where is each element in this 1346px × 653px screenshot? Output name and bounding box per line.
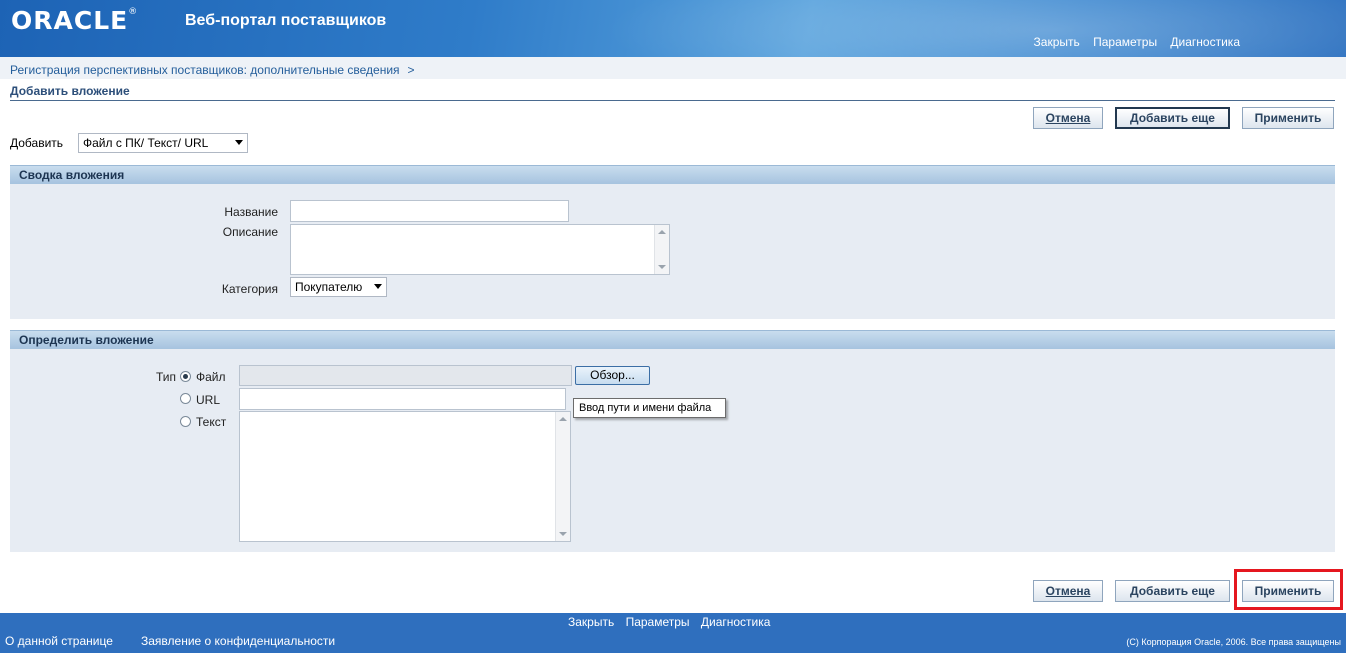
add-more-button-bottom[interactable]: Добавить еще — [1115, 580, 1230, 602]
app-title: Веб-портал поставщиков — [185, 12, 387, 29]
page-title: Добавить вложение — [10, 84, 130, 98]
dropdown-arrow-icon — [235, 140, 243, 145]
diagnostics-link[interactable]: Диагностика — [1170, 35, 1240, 49]
url-radio[interactable] — [180, 393, 191, 404]
define-section-header: Определить вложение — [10, 330, 1335, 349]
scroll-down-icon — [658, 265, 666, 269]
title-divider — [10, 100, 1335, 101]
browse-button[interactable]: Обзор... — [575, 366, 650, 385]
file-radio[interactable] — [180, 371, 191, 382]
footer: Закрыть Параметры Диагностика О данной с… — [0, 613, 1346, 653]
scroll-down-icon — [559, 532, 567, 536]
summary-section-header: Сводка вложения — [10, 165, 1335, 184]
apply-button-top[interactable]: Применить — [1242, 107, 1334, 129]
footer-close-link[interactable]: Закрыть — [568, 615, 614, 629]
global-links: Закрыть Параметры Диагностика — [1024, 35, 1240, 49]
description-scrollbar[interactable] — [654, 225, 669, 274]
oracle-logo: ORACLE® — [11, 6, 139, 35]
category-select[interactable]: Покупателю — [290, 277, 387, 297]
add-type-value: Файл с ПК/ Текст/ URL — [83, 136, 209, 150]
about-page-link[interactable]: О данной странице — [5, 634, 113, 648]
preferences-link[interactable]: Параметры — [1093, 35, 1157, 49]
type-label: Тип — [155, 370, 176, 384]
description-textarea[interactable] — [290, 224, 670, 275]
breadcrumb: Регистрация перспективных поставщиков: д… — [10, 63, 415, 77]
close-link[interactable]: Закрыть — [1034, 35, 1080, 49]
text-option-label: Текст — [196, 415, 227, 429]
privacy-statement-link[interactable]: Заявление о конфиденциальности — [141, 634, 335, 648]
category-value: Покупателю — [295, 280, 363, 294]
description-label: Описание — [222, 225, 278, 239]
url-option-label: URL — [196, 393, 221, 407]
cancel-button-top[interactable]: Отмена — [1033, 107, 1103, 129]
breadcrumb-separator: > — [407, 63, 415, 77]
footer-preferences-link[interactable]: Параметры — [626, 615, 690, 629]
apply-highlight-frame — [1234, 569, 1343, 610]
breadcrumb-link[interactable]: Регистрация перспективных поставщиков: д… — [10, 63, 400, 77]
text-radio[interactable] — [180, 416, 191, 427]
category-label: Категория — [221, 282, 278, 296]
footer-diagnostics-link[interactable]: Диагностика — [701, 615, 771, 629]
add-type-select[interactable]: Файл с ПК/ Текст/ URL — [78, 133, 248, 153]
file-path-tooltip: Ввод пути и имени файла — [573, 398, 726, 418]
dropdown-arrow-icon — [374, 284, 382, 289]
url-input[interactable] — [239, 388, 566, 410]
add-more-button-top[interactable]: Добавить еще — [1115, 107, 1230, 129]
scroll-up-icon — [559, 417, 567, 421]
file-path-input[interactable] — [239, 365, 572, 386]
cancel-button-bottom[interactable]: Отмена — [1033, 580, 1103, 602]
name-label: Название — [224, 205, 278, 219]
define-section: Определить вложение — [10, 330, 1335, 552]
add-label: Добавить — [10, 136, 64, 150]
name-input[interactable] — [290, 200, 569, 222]
file-option-label: Файл — [196, 370, 226, 384]
copyright: (C) Корпорация Oracle, 2006. Все права з… — [1126, 637, 1341, 647]
text-scrollbar[interactable] — [555, 412, 570, 541]
footer-links: Закрыть Параметры Диагностика — [568, 615, 778, 629]
scroll-up-icon — [658, 230, 666, 234]
text-textarea[interactable] — [239, 411, 571, 542]
global-header: ORACLE® Веб-портал поставщиков Закрыть П… — [0, 0, 1346, 57]
